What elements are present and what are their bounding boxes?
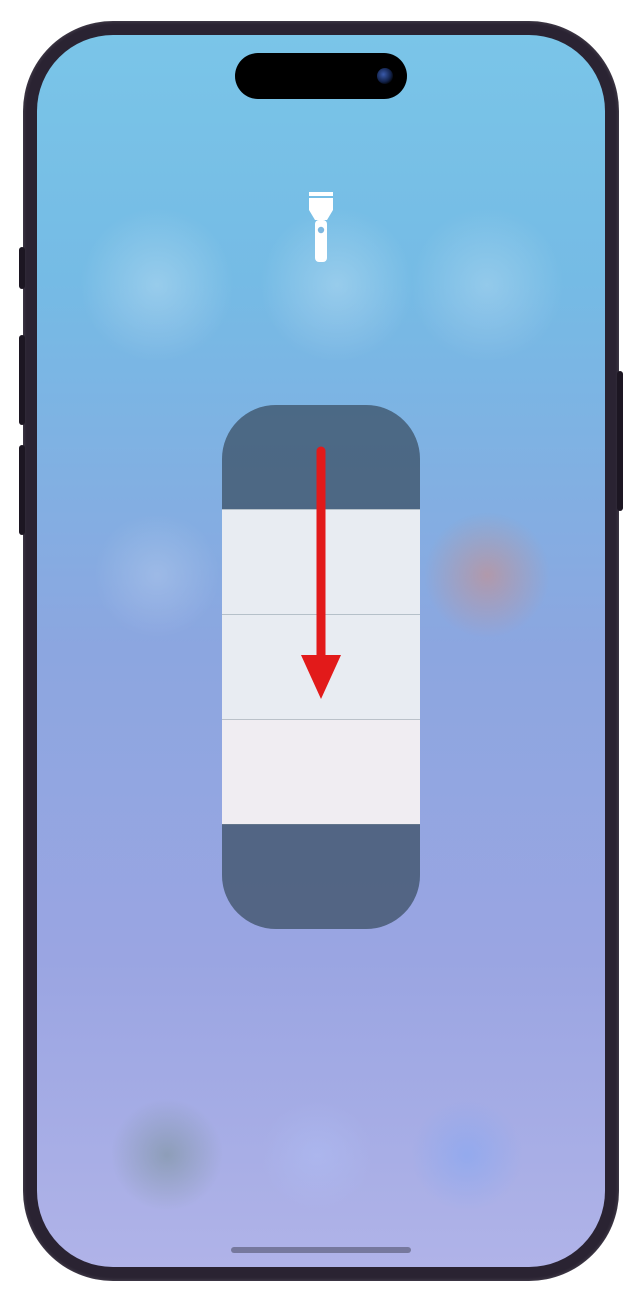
slider-segment-2: [222, 719, 420, 824]
iphone-frame: [23, 21, 619, 1281]
flashlight-icon: [303, 190, 339, 266]
volume-down-button[interactable]: [19, 445, 25, 535]
front-camera: [377, 68, 393, 84]
power-button[interactable]: [617, 371, 623, 511]
slider-segment-3: [222, 614, 420, 719]
mute-switch[interactable]: [19, 247, 25, 289]
volume-up-button[interactable]: [19, 335, 25, 425]
slider-segment-4: [222, 509, 420, 614]
slider-segment-1: [222, 824, 420, 929]
dynamic-island: [235, 53, 407, 99]
slider-segment-5: [222, 405, 420, 509]
home-indicator[interactable]: [231, 1247, 411, 1253]
flashlight-brightness-slider[interactable]: [222, 405, 420, 929]
screen: [37, 35, 605, 1267]
